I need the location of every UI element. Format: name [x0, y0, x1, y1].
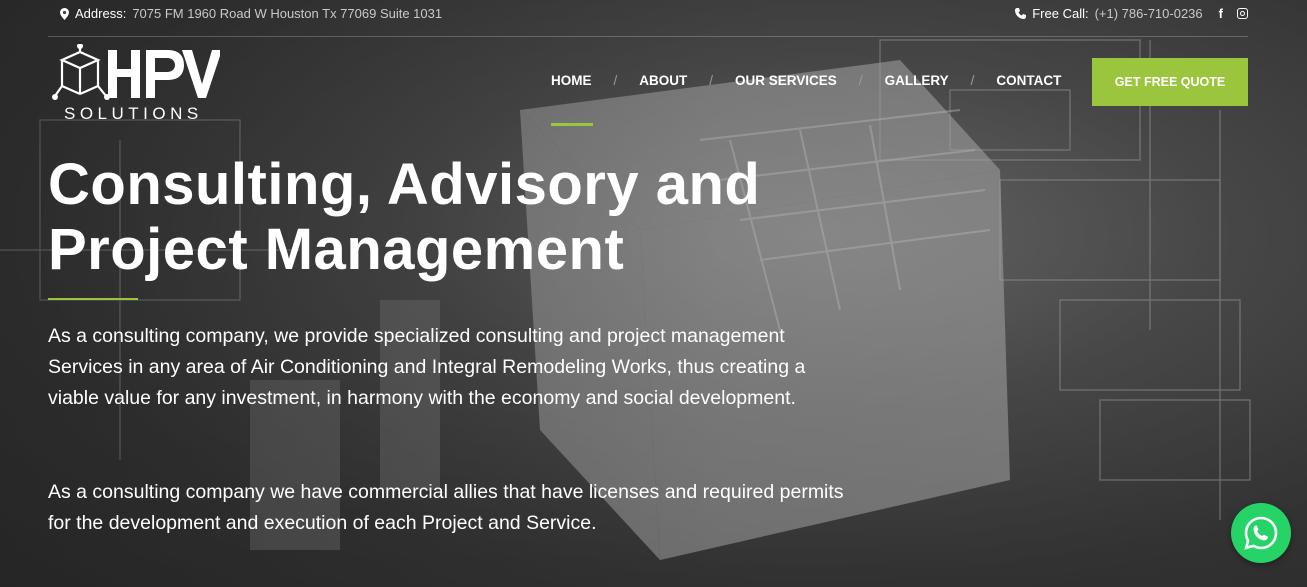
nav-separator: /	[970, 73, 975, 88]
title-divider	[48, 298, 138, 300]
contact-block: Free Call: (+1) 786-710-0236 f	[1015, 6, 1248, 21]
nav-item-contact[interactable]: CONTACT	[996, 73, 1061, 88]
nav-item-about[interactable]: ABOUT	[639, 73, 687, 88]
hero-paragraph-2: As a consulting company we have commerci…	[48, 481, 844, 534]
facebook-icon[interactable]: f	[1219, 6, 1223, 21]
nav-item-gallery[interactable]: GALLERY	[885, 73, 949, 88]
map-pin-icon	[60, 7, 69, 20]
phone-icon	[1015, 8, 1027, 19]
hero-title-line-2: Project Management	[48, 217, 625, 282]
logo-subtitle: SOLUTIONS	[64, 104, 203, 123]
phone-link[interactable]: (+1) 786-710-0236	[1095, 6, 1203, 21]
hero-paragraph-1: As a consulting company, we provide spec…	[48, 325, 806, 409]
whatsapp-button[interactable]	[1231, 503, 1291, 563]
active-nav-indicator	[551, 123, 593, 126]
hero-title: Consulting, Advisory and Project Managem…	[48, 152, 760, 282]
hero-title-line-1: Consulting, Advisory and	[48, 152, 761, 217]
address-block: Address: 7075 FM 1960 Road W Houston Tx …	[60, 6, 442, 21]
top-info-bar: Address: 7075 FM 1960 Road W Houston Tx …	[48, 0, 1248, 37]
whatsapp-icon	[1244, 516, 1278, 550]
get-free-quote-button[interactable]: GET FREE QUOTE	[1092, 58, 1248, 106]
nav-item-home[interactable]: HOME	[551, 73, 592, 88]
address-value: 7075 FM 1960 Road W Houston Tx 77069 Sui…	[132, 6, 443, 21]
instagram-icon[interactable]	[1237, 8, 1248, 19]
nav-item-our-services[interactable]: OUR SERVICES	[735, 73, 837, 88]
logo[interactable]: SOLUTIONS	[50, 43, 222, 124]
nav-separator: /	[858, 73, 863, 88]
phone-label: Free Call:	[1032, 6, 1089, 21]
nav-separator: /	[613, 73, 618, 88]
address-label: Address:	[75, 6, 127, 21]
nav-separator: /	[709, 73, 714, 88]
main-nav: HOME / ABOUT / OUR SERVICES / GALLERY / …	[551, 73, 1061, 88]
logo-mark	[52, 43, 222, 100]
